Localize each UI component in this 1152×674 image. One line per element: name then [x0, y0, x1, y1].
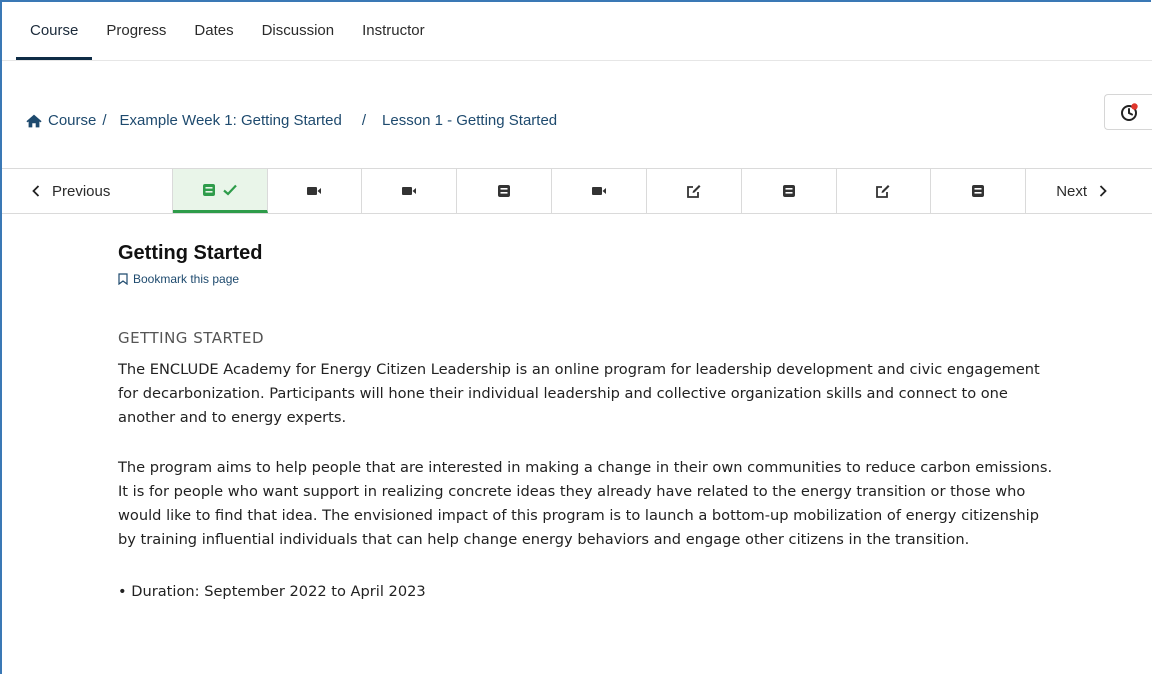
- next-label: Next: [1056, 182, 1088, 200]
- document-icon: [202, 183, 215, 196]
- course-tabs: Course Progress Dates Discussion Instruc…: [16, 12, 439, 60]
- home-icon: [26, 114, 42, 127]
- breadcrumb-course-link[interactable]: Course: [48, 112, 96, 129]
- tab-instructor[interactable]: Instructor: [348, 12, 439, 48]
- checkmark-icon: [222, 184, 237, 196]
- breadcrumb-separator: /: [102, 112, 107, 129]
- tabs-divider: [2, 60, 1152, 61]
- page-title: Getting Started: [118, 242, 263, 264]
- section-heading: GETTING STARTED: [118, 329, 265, 347]
- tab-progress[interactable]: Progress: [92, 12, 180, 48]
- sequence-unit-3[interactable]: [362, 169, 458, 213]
- sequence-unit-8[interactable]: [837, 169, 932, 213]
- list-item: • Duration: September 2022 to April 2023: [118, 583, 426, 600]
- chevron-right-icon: [1099, 185, 1107, 197]
- breadcrumb: Course / Example Week 1: Getting Started…: [26, 112, 557, 129]
- sequence-unit-4[interactable]: [457, 169, 553, 213]
- aims-paragraph: The program aims to help people that are…: [118, 459, 1053, 548]
- edit-icon: [876, 185, 890, 198]
- previous-label: Previous: [52, 182, 111, 200]
- sequence-unit-7[interactable]: [742, 169, 837, 213]
- sequence-unit-1[interactable]: [172, 169, 268, 213]
- previous-button[interactable]: Previous: [2, 169, 173, 213]
- video-icon: [402, 187, 417, 195]
- intro-paragraph: The ENCLUDE Academy for Energy Citizen L…: [118, 361, 1040, 426]
- timer-button[interactable]: [1104, 94, 1152, 130]
- clock-icon: [1120, 103, 1138, 121]
- document-icon: [498, 185, 511, 197]
- tab-discussion[interactable]: Discussion: [248, 12, 349, 48]
- breadcrumb-separator: /: [361, 112, 367, 129]
- bookmark-label: Bookmark this page: [133, 272, 240, 286]
- sequence-unit-5[interactable]: [552, 169, 647, 213]
- document-icon: [972, 185, 985, 197]
- video-icon: [307, 187, 322, 195]
- video-icon: [591, 187, 606, 195]
- sequence-navigation: Previous Next: [2, 168, 1152, 214]
- sequence-unit-9[interactable]: [931, 169, 1027, 213]
- breadcrumb-lesson-link[interactable]: Lesson 1 - Getting Started: [382, 112, 557, 129]
- bookmark-button[interactable]: Bookmark this page: [118, 272, 1058, 286]
- breadcrumb-week-link[interactable]: Example Week 1: Getting Started: [120, 112, 342, 129]
- notification-dot: [1130, 103, 1138, 110]
- tab-dates[interactable]: Dates: [180, 12, 247, 48]
- sequence-unit-6[interactable]: [647, 169, 742, 213]
- unit-content: Getting Started Bookmark this page GETTI…: [118, 240, 1058, 604]
- document-icon: [782, 185, 795, 197]
- edit-icon: [686, 185, 701, 198]
- chevron-left-icon: [32, 185, 40, 197]
- next-button[interactable]: Next: [1026, 169, 1152, 213]
- sequence-unit-2[interactable]: [268, 169, 363, 213]
- bookmark-icon: [118, 273, 128, 285]
- duration-text: Duration: September 2022 to April 2023: [131, 583, 426, 600]
- tab-course[interactable]: Course: [16, 12, 93, 60]
